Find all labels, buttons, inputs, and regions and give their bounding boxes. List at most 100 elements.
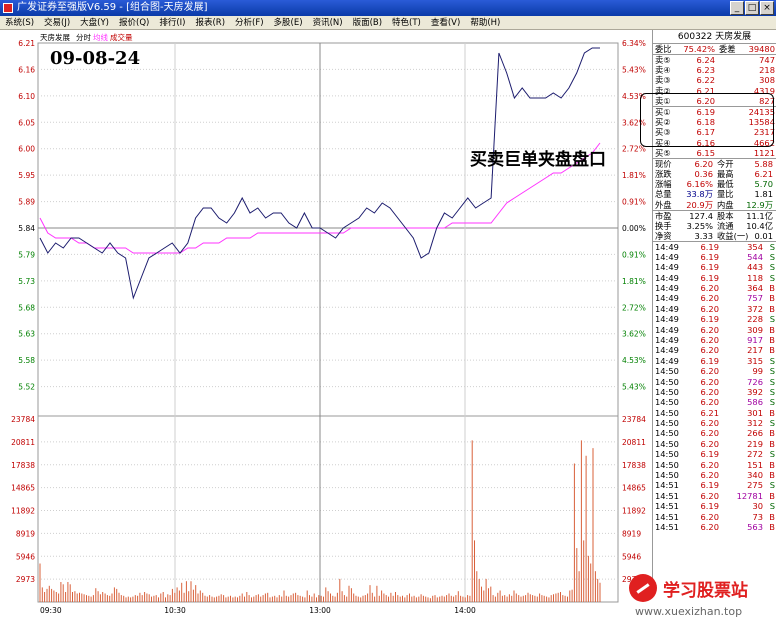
volume-tick-label: 5946: [622, 552, 641, 561]
menu-item[interactable]: 系统(S): [0, 16, 39, 29]
tick-price: 6.19: [700, 314, 719, 325]
menu-item[interactable]: 排行(I): [154, 16, 190, 29]
volume-tick-label: 8919: [622, 529, 641, 538]
minimize-button[interactable]: _: [730, 1, 744, 15]
tick-time: 14:50: [655, 438, 679, 449]
tick-row: 14:49 6.19 544 S: [653, 252, 776, 262]
tick-row: 14:51 6.20 73 B: [653, 512, 776, 522]
tick-side: B: [769, 470, 775, 481]
bid-volume: 13584: [748, 116, 775, 127]
menu-item[interactable]: 报表(R): [190, 16, 230, 29]
price-tick-label: 5.58: [18, 356, 35, 365]
tick-volume: 275: [747, 480, 763, 491]
menu-item[interactable]: 大盘(Y): [75, 16, 114, 29]
time-axis-label: 14:00: [454, 606, 476, 615]
menu-item[interactable]: 分析(F): [230, 16, 269, 29]
tick-price: 6.20: [700, 282, 719, 293]
tick-price: 6.20: [700, 324, 719, 335]
tick-volume: 266: [747, 428, 763, 439]
tick-price: 6.20: [700, 345, 719, 356]
bid-volume: 4662: [753, 137, 775, 148]
close-button[interactable]: ×: [760, 1, 774, 15]
tick-volume: 228: [747, 314, 763, 325]
stat-value: 5.88: [754, 159, 773, 170]
tick-volume: 272: [747, 449, 763, 460]
stat-label: 收益(一): [717, 231, 749, 242]
volume-tick-label: 20811: [622, 438, 646, 447]
tick-price: 6.20: [700, 521, 719, 532]
callout-annotation: 买卖巨单夹盘盘口: [470, 149, 606, 170]
tick-side: S: [769, 251, 775, 262]
tick-row: 14:50 6.20 312 S: [653, 418, 776, 428]
stat-value: 11.1亿: [746, 211, 773, 222]
tick-time: 14:49: [655, 251, 679, 262]
pct-tick-label: 3.62%: [622, 330, 646, 339]
time-axis-label: 09:30: [40, 606, 62, 615]
tick-price: 6.20: [700, 459, 719, 470]
price-tick-label: 6.10: [18, 92, 35, 101]
stat-value: 20.9万: [686, 199, 713, 210]
pct-tick-label: 2.72%: [622, 145, 646, 154]
tick-row: 14:50 6.20 266 B: [653, 428, 776, 438]
stat-value: 0.36: [694, 168, 713, 179]
intraday-chart: 6.21 6.34% 6.16 5.43% 6.10 4.53% 6.05 3.62% 6.00…: [0, 30, 652, 616]
tick-price: 6.19: [700, 242, 719, 253]
stat-value: 5.70: [754, 179, 773, 190]
quote-panel: 600322 天房发展 委比 75.42% 委差 39480 卖⑤ 6.24 747 卖④ 6.…: [652, 30, 776, 590]
tick-row: 14:50 6.20 151 B: [653, 460, 776, 470]
tick-time: 14:49: [655, 314, 679, 325]
price-tick-label: 5.89: [18, 198, 35, 207]
tick-price: 6.20: [700, 376, 719, 387]
menu-item[interactable]: 查看(V): [426, 16, 465, 29]
tick-row: 14:49 6.19 354 S: [653, 241, 776, 253]
menu-item[interactable]: 交易(J): [39, 16, 75, 29]
price-tick-label: 5.84: [18, 224, 35, 233]
stat-label: 流通: [717, 220, 734, 231]
tick-row: 14:49 6.20 917 B: [653, 335, 776, 345]
panel-row: 外盘 20.9万 内盘 12.9万: [653, 200, 776, 210]
menu-item[interactable]: 报价(Q): [114, 16, 154, 29]
tick-row: 14:51 6.20 12781 B: [653, 491, 776, 501]
tick-side: S: [769, 386, 775, 397]
pct-tick-label: 1.81%: [622, 171, 646, 180]
tick-time: 14:49: [655, 282, 679, 293]
tick-time: 14:51: [655, 511, 679, 522]
tick-row: 14:50 6.20 99 S: [653, 366, 776, 376]
tick-volume: 757: [747, 293, 763, 304]
volume-tick-label: 23784: [11, 415, 35, 424]
stat-label: 净资: [655, 231, 672, 242]
ask-price: 6.21: [696, 85, 715, 96]
tick-volume: 364: [747, 282, 763, 293]
bid-price: 6.17: [696, 127, 715, 138]
pct-tick-label: 4.53%: [622, 356, 646, 365]
stat-value: 6.16%: [686, 179, 713, 190]
app-icon: [3, 3, 13, 13]
ask-volume: 747: [759, 55, 775, 66]
stat-label: 市盈: [655, 211, 672, 222]
panel-row: 涨幅 6.16% 最低 5.70: [653, 179, 776, 189]
stat-label: 股本: [717, 211, 734, 222]
date-annotation: 09-08-24: [50, 48, 140, 69]
time-axis-label: 13:00: [309, 606, 331, 615]
tick-side: S: [769, 242, 775, 253]
menu-item[interactable]: 资讯(N): [308, 16, 348, 29]
tick-time: 14:50: [655, 428, 679, 439]
price-tick-label: 6.16: [18, 65, 35, 74]
tick-side: S: [769, 376, 775, 387]
ask-price: 6.22: [696, 75, 715, 86]
tick-row: 14:49 6.19 228 S: [653, 314, 776, 324]
chart-legend-fenshi: 分时: [76, 32, 91, 42]
menu-item[interactable]: 多股(E): [269, 16, 308, 29]
maximize-button[interactable]: □: [745, 1, 759, 15]
stat-label: 最低: [717, 179, 734, 190]
menu-item[interactable]: 帮助(H): [465, 16, 505, 29]
tick-price: 6.20: [700, 366, 719, 377]
tick-side: S: [769, 272, 775, 283]
menu-item[interactable]: 特色(T): [387, 16, 426, 29]
tick-volume: 372: [747, 303, 763, 314]
volume-tick-label: 2973: [16, 575, 35, 584]
stock-code-title: 600322 天房发展: [653, 30, 776, 44]
bid-row: 买① 6.19 24135: [653, 106, 776, 117]
tick-volume: 219: [747, 438, 763, 449]
menu-item[interactable]: 版面(B): [348, 16, 387, 29]
